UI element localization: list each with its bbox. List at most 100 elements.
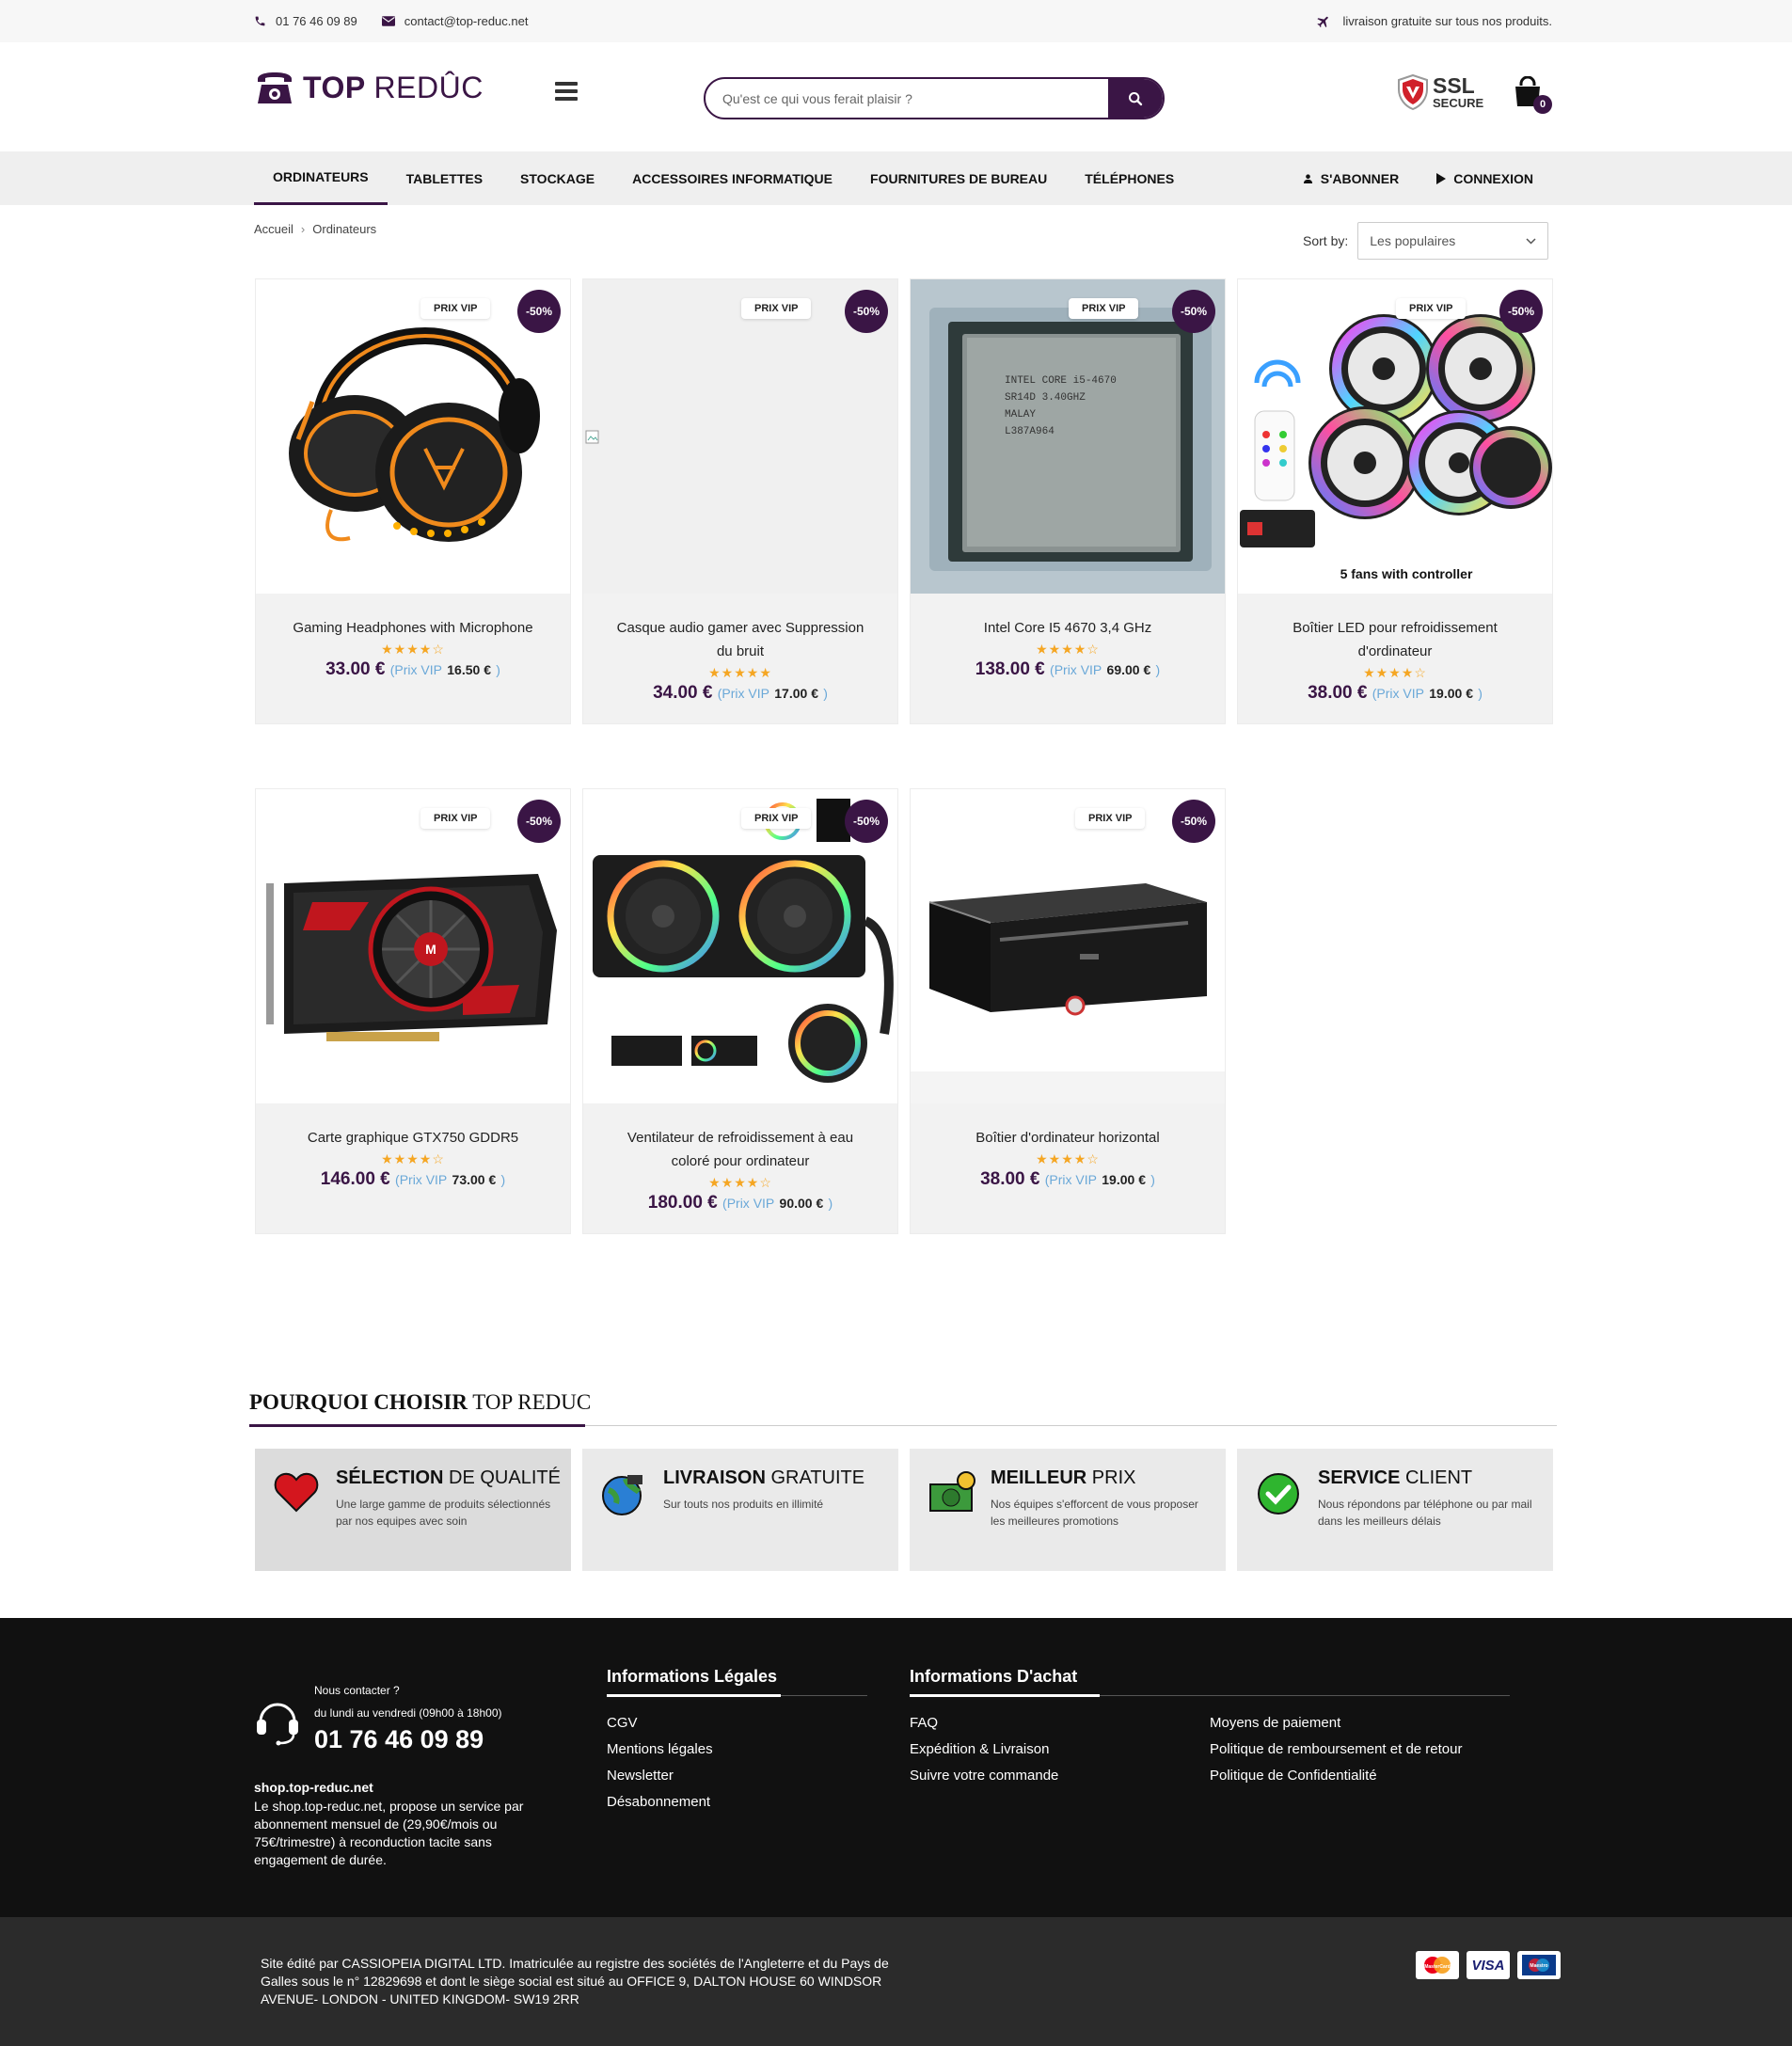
topbar-phone-text: 01 76 46 09 89 [276,14,357,28]
footer-link-refund[interactable]: Politique de remboursement et de retour [1210,1741,1462,1757]
footer-link-tracking[interactable]: Suivre votre commande [910,1768,1058,1784]
product-price: 34.00 € [653,683,713,703]
topbar-email[interactable]: contact@top-reduc.net [381,14,528,28]
login-link[interactable]: Connexion [1418,151,1552,205]
feature-title-bold: SÉLECTION [336,1467,444,1488]
rating-stars: ★★★★★ [708,665,772,680]
product-image[interactable]: PRIX VIP -50% [583,279,897,594]
logo-text: TOP REDÛC [303,71,484,105]
product-card[interactable]: 5 fans with controller PRIX VIP -50% Boî… [1237,278,1553,724]
product-image[interactable]: M PRIX VIP -50% [256,789,570,1103]
nav-item-stockage[interactable]: Stockage [501,151,613,205]
product-info: Ventilateur de refroidissement à eau col… [583,1103,897,1233]
phone-logo-icon [258,71,292,103]
product-name[interactable]: Carte graphique GTX750 GDDR5 [256,1126,570,1150]
vip-prefix: (Prix VIP [1050,662,1102,677]
feature-desc: Nous répondons par téléphone ou par mail… [1318,1498,1532,1528]
login-label: Connexion [1453,170,1533,186]
product-image[interactable]: 5 fans with controller PRIX VIP -50% [1238,279,1552,594]
shop-description: Le shop.top-reduc.net, propose un servic… [254,1799,524,1867]
vip-tag: PRIX VIP [420,808,491,829]
product-name[interactable]: Ventilateur de refroidissement à eau col… [583,1126,897,1173]
feature-title: MEILLEUR PRIX [991,1467,1135,1489]
discount-badge: -50% [1499,290,1543,333]
phone-icon [255,16,265,26]
nav-item-accessoires[interactable]: Accessoires informatique [613,151,851,205]
chevron-down-icon [1526,237,1536,245]
product-card[interactable]: M PRIX VIP -50% Carte graphique GTX750 G… [255,788,571,1234]
feature-title-light: DE QUALITÉ [449,1467,561,1488]
search-input[interactable] [706,79,1108,118]
product-name[interactable]: Boîtier d'ordinateur horizontal [911,1126,1225,1150]
product-card[interactable]: PRIX VIP -50% Gaming Headphones with Mic… [255,278,571,724]
nav-item-ordinateurs[interactable]: Ordinateurs [254,151,388,205]
menu-icon[interactable] [555,82,578,104]
footer-link-shipping[interactable]: Expédition & Livraison [910,1741,1049,1757]
product-image[interactable]: PRIX VIP -50% [583,789,897,1103]
top-bar: 01 76 46 09 89 contact@top-reduc.net liv… [0,0,1792,42]
discount-badge: -50% [1172,800,1215,843]
feature-quality: SÉLECTION DE QUALITÉ Une large gamme de … [255,1449,571,1571]
product-card[interactable]: INTEL CORE i5-4670 SR14D 3.40GHZ MALAY L… [910,278,1226,724]
nav-item-tablettes[interactable]: Tablettes [388,151,501,205]
feature-desc: Une large gamme de produits sélectionnés… [336,1498,551,1528]
product-price: 38.00 € [980,1169,1040,1189]
footer-link-faq[interactable]: FAQ [910,1715,938,1731]
vip-price: 90.00 € [779,1196,824,1211]
search-button[interactable] [1108,79,1163,118]
search-bar [704,77,1165,119]
subscribe-link[interactable]: S'abonner [1284,151,1418,205]
footer-link-mentions[interactable]: Mentions légales [607,1741,713,1757]
nav-item-telephones[interactable]: Téléphones [1066,151,1193,205]
breadcrumb-home[interactable]: Accueil [254,222,293,236]
sort-select[interactable]: Les populaires [1357,222,1549,260]
subscribe-label: S'abonner [1320,170,1400,186]
nav-item-fournitures[interactable]: Fournitures de bureau [851,151,1066,205]
product-name[interactable]: Casque audio gamer avec Suppression du b… [583,616,897,663]
footer-link-unsubscribe[interactable]: Désabonnement [607,1794,710,1810]
envelope-icon [381,16,395,26]
product-card[interactable]: PRIX VIP -50% Ventilateur de refroidisse… [582,788,898,1234]
vip-prefix: (Prix VIP [722,1196,775,1211]
site-logo[interactable]: TOP REDÛC [254,71,484,105]
vip-suffix: ) [1155,662,1161,677]
product-image[interactable]: PRIX VIP -50% [256,279,570,594]
check-icon [1258,1473,1299,1515]
price-line: 34.00 € (Prix VIP 17.00 € ) [583,683,897,704]
vip-price: 17.00 € [774,686,818,701]
search-icon [1129,91,1143,105]
svg-text:L387A964: L387A964 [1005,426,1055,437]
mastercard-icon: MasterCard [1416,1951,1459,1979]
contact-ask: Nous contacter ? [314,1684,400,1697]
ssl-title: SSL [1433,73,1475,98]
footer-bottom: Site édité par CASSIOPEIA DIGITAL LTD. I… [0,1917,1792,2046]
discount-badge: -50% [845,290,888,333]
footer-link-privacy[interactable]: Politique de Confidentialité [1210,1768,1377,1784]
footer-link-cgv[interactable]: CGV [607,1715,638,1731]
feature-title-light: PRIX [1091,1467,1136,1488]
product-image[interactable]: INTEL CORE i5-4670 SR14D 3.40GHZ MALAY L… [911,279,1225,594]
play-icon [1436,172,1447,184]
rating-stars: ★★★★☆ [1036,642,1100,657]
logo-bold: TOP [303,71,366,104]
why-title-bold: POURQUOI CHOISIR [249,1390,468,1414]
product-name[interactable]: Gaming Headphones with Microphone [256,616,570,640]
product-card[interactable]: PRIX VIP -50% Casque audio gamer avec Su… [582,278,898,724]
footer-link-payment[interactable]: Moyens de paiement [1210,1715,1340,1731]
svg-text:INTEL CORE i5-4670: INTEL CORE i5-4670 [1005,375,1117,387]
feature-service: SERVICE CLIENT Nous répondons par téléph… [1237,1449,1553,1571]
contact-phone[interactable]: 01 76 46 09 89 [314,1725,484,1754]
topbar-phone[interactable]: 01 76 46 09 89 [254,14,357,28]
product-image[interactable]: PRIX VIP -50% [911,789,1225,1103]
cart-count-badge: 0 [1533,95,1552,114]
footer-link-newsletter[interactable]: Newsletter [607,1768,674,1784]
product-card[interactable]: PRIX VIP -50% Boîtier d'ordinateur horiz… [910,788,1226,1234]
svg-text:MALAY: MALAY [1005,409,1036,420]
vip-tag: PRIX VIP [741,808,812,829]
product-name[interactable]: Intel Core I5 4670 3,4 GHz [911,616,1225,640]
logo-light: REDÛC [373,71,484,104]
cart-button[interactable]: 0 [1513,75,1554,118]
vip-suffix: ) [496,662,500,677]
divider-accent [607,1694,781,1697]
product-name[interactable]: Boîtier LED pour refroidissement d'ordin… [1238,616,1552,663]
